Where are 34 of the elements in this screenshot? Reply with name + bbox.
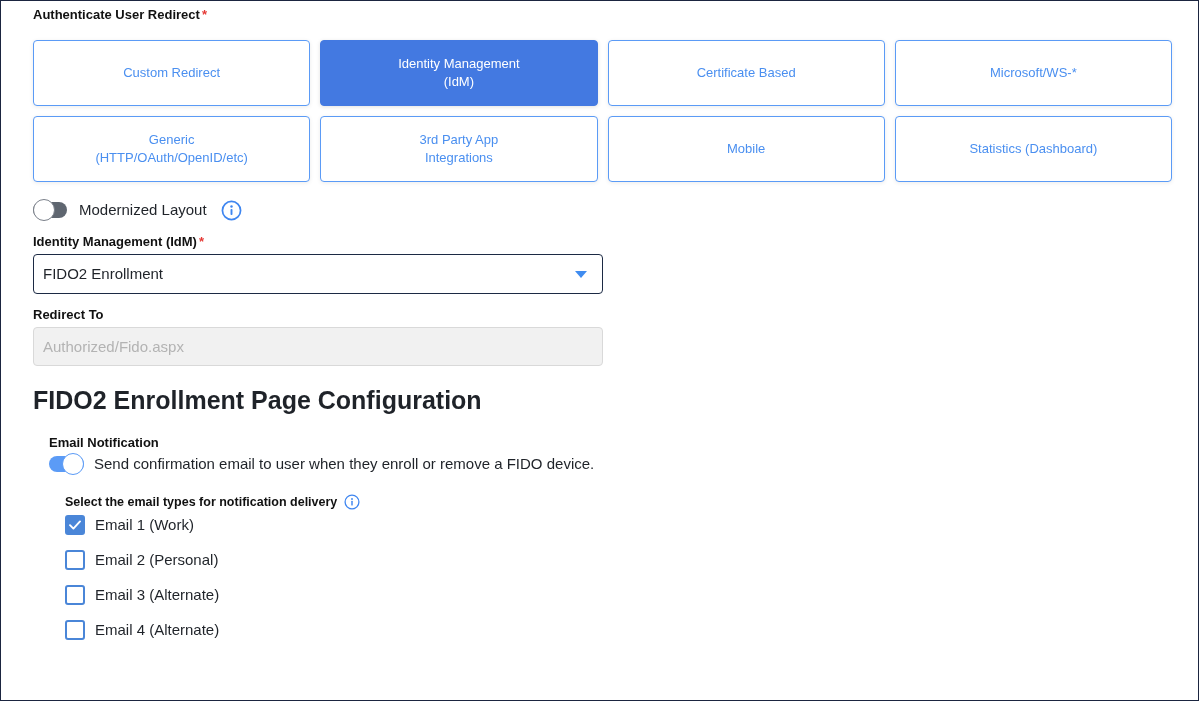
checkbox-label: Email 2 (Personal) [95,549,219,570]
checkbox-label: Email 1 (Work) [95,514,194,535]
field-label: Redirect To [33,306,104,324]
checkmark-icon [69,520,81,530]
toggle-switch[interactable] [49,456,84,472]
redirect-option[interactable]: Statistics (Dashboard) [894,116,1172,182]
redirect-option[interactable]: Mobile [607,116,885,182]
field-label: Authenticate User Redirect [33,6,200,25]
required-mark: * [198,233,204,252]
toggle-label: Send confirmation email to user when they enroll or remove a FIDO device. [94,453,595,474]
redirect-option[interactable]: 3rd Party App Integrations [320,116,598,182]
checkbox[interactable] [65,515,85,535]
redirect-option[interactable]: Generic (HTTP/OAuth/OpenID/etc) [33,116,311,182]
info-icon[interactable] [220,199,242,221]
redirect-option[interactable]: Microsoft/WS-* [894,40,1172,106]
toggle-label: Modernized Layout [79,199,207,220]
caret-icon [575,270,587,278]
required-mark: * [201,6,207,25]
redirect-option[interactable]: Certificate Based [607,40,885,106]
redirect-option[interactable]: Identity Management (IdM) [320,40,598,106]
checkbox[interactable] [65,620,85,640]
checkbox-label: Email 3 (Alternate) [95,584,220,605]
checkbox[interactable] [65,550,85,570]
redirect-option[interactable]: Custom Redirect [33,40,311,106]
field-label: Select the email types for notification delivery [65,493,338,511]
checkbox[interactable] [65,585,85,605]
dropdown-field[interactable]: FIDO2 Enrollment [33,254,603,294]
info-icon[interactable] [344,494,361,510]
dropdown-value: FIDO2 Enrollment [43,263,164,284]
field-label: Identity Management (IdM) [33,233,197,252]
toggle-switch[interactable] [33,202,67,218]
checkbox-label: Email 4 (Alternate) [95,619,220,640]
section-heading: FIDO2 Enrollment Page Configuration [33,385,482,416]
field-label: Email Notification [49,434,159,452]
